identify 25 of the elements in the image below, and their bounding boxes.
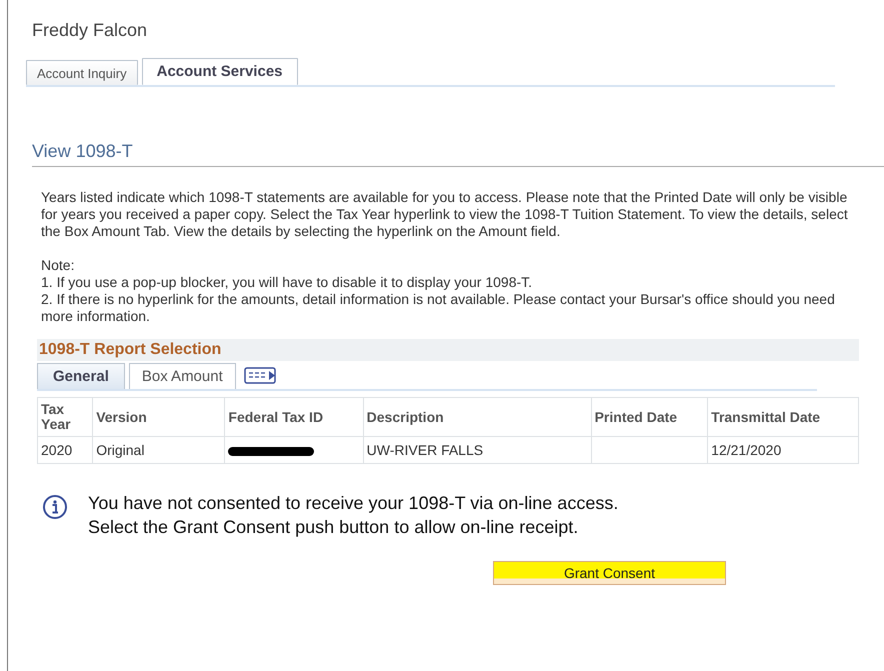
note-text: 2. If there is no hyperlink for the amounts, detail information is not available. Please contact your Bursar's office should you need more information. (41, 291, 836, 325)
column-header: Tax Year (41, 401, 71, 432)
table-cell: Original (96, 442, 144, 458)
tab[interactable]: Account Services (142, 58, 298, 85)
user-name: Freddy Falcon (32, 20, 148, 42)
note-text: 1. If you use a pop-up blocker, you will have to disable it to display your 1098-T. (41, 274, 534, 291)
table-cell: 12/21/2020 (711, 442, 782, 458)
grant-consent-button[interactable]: Grant Consent (493, 561, 726, 585)
message-text: Select the Grant Consent push button to allow on-line receipt. (88, 516, 580, 539)
table-cell: UW-RIVER FALLS (366, 442, 484, 458)
message-text: You have not consented to receive your 1098-T via on-line access. (88, 492, 618, 515)
column-header: Transmittal Date (711, 408, 820, 424)
instructions-text: Years listed indicate which 1098-T statements are available for you to access. Please note that the Printed Date will only be visible for years you received a paper copy. Select the Tax Year hyperlink to view the 1098-T Tuition Statement. To view the details, select the Box Amount Tab. View the details by selecting the hyperlink on the Amount field. (41, 189, 849, 240)
note-label: Note: (41, 257, 76, 274)
column-header: Version (96, 408, 147, 424)
page-title: View 1098-T (32, 141, 884, 167)
column-header: Federal Tax ID (228, 408, 324, 424)
tab[interactable]: Account Inquiry (26, 60, 138, 85)
section-header: 1098-T Report Selection (37, 339, 859, 361)
grid-tab[interactable]: General (37, 363, 125, 389)
grid-tab[interactable]: Box Amount (128, 363, 236, 389)
table-cell: 2020 (41, 442, 72, 458)
column-header: Description (366, 408, 444, 424)
column-header: Printed Date (594, 408, 678, 424)
info-icon (42, 494, 68, 520)
